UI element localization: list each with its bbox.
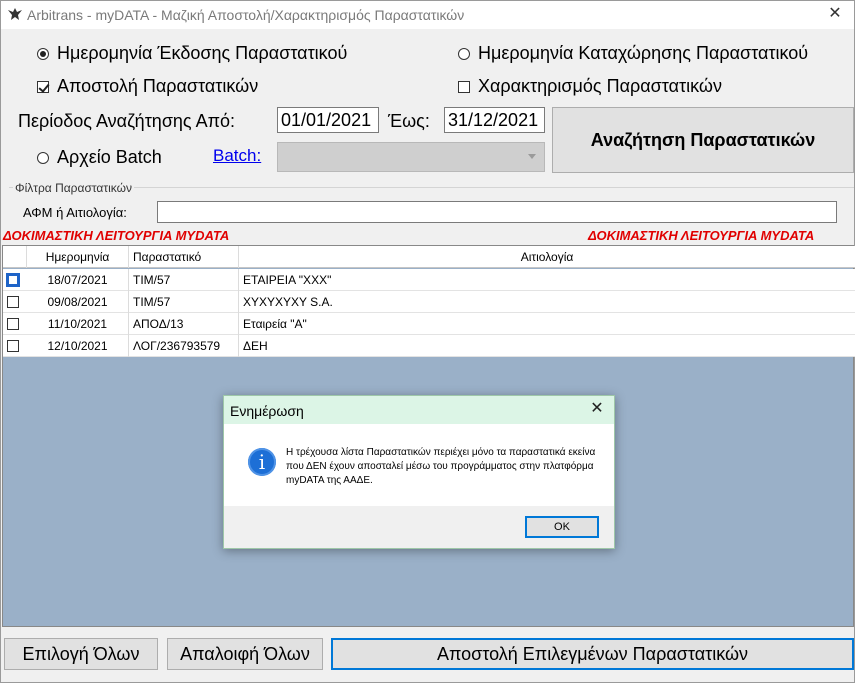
- eagle-icon: [8, 8, 22, 20]
- header-reason[interactable]: Αιτιολογία: [239, 246, 855, 268]
- dialog-title: Ενημέρωση: [230, 403, 304, 419]
- radio-batch-file[interactable]: Αρχείο Batch: [37, 147, 162, 168]
- test-warning-left: ΔΟΚΙΜΑΣΤΙΚΗ ΛΕΙΤΟΥΡΓΙΑ MYDATA: [3, 228, 230, 243]
- filter-label: ΑΦΜ ή Αιτιολογία:: [23, 205, 127, 220]
- dialog-title-bar[interactable]: Ενημέρωση ✕: [224, 396, 614, 424]
- radio-empty-icon: [37, 151, 49, 164]
- checkbox-unchecked-icon: [458, 80, 470, 93]
- ok-button[interactable]: OK: [525, 516, 599, 538]
- dialog-footer: OK: [224, 506, 614, 548]
- row-date: 12/10/2021: [27, 335, 129, 357]
- period-to-label: Έως:: [388, 111, 430, 131]
- row-date: 18/07/2021: [27, 269, 129, 291]
- radio-date-entry-label: Ημερομηνία Καταχώρησης Παραστατικού: [478, 43, 809, 63]
- main-window: Arbitrans - myDATA - Μαζική Αποστολή/Χαρ…: [0, 0, 855, 683]
- checkbox-send-docs-label: Αποστολή Παραστατικών: [57, 76, 259, 96]
- table-row[interactable]: 18/07/2021 ΤΙΜ/57 ΕΤΑΙΡΕΙΑ "ΧΧΧ": [3, 269, 855, 291]
- row-checkbox[interactable]: [6, 273, 20, 287]
- test-warning-right: ΔΟΚΙΜΑΣΤΙΚΗ ΛΕΙΤΟΥΡΓΙΑ MYDATA: [588, 228, 815, 243]
- row-doc: ΤΙΜ/57: [129, 269, 239, 291]
- radio-batch-file-label: Αρχείο Batch: [57, 147, 162, 167]
- send-selected-button[interactable]: Αποστολή Επιλεγμένων Παραστατικών: [331, 638, 854, 670]
- radio-selected-icon: [37, 47, 49, 60]
- date-from-input[interactable]: [277, 107, 379, 133]
- batch-link[interactable]: Batch:: [213, 146, 261, 166]
- radio-date-issue[interactable]: Ημερομηνία Έκδοσης Παραστατικού: [37, 43, 347, 64]
- row-date: 09/08/2021: [27, 291, 129, 313]
- close-icon[interactable]: ✕: [826, 5, 844, 23]
- checkbox-checked-icon: [37, 80, 49, 93]
- grid-header: Ημερομηνία Παραστατικό Αιτιολογία: [3, 246, 855, 268]
- chevron-down-icon: [528, 154, 536, 159]
- row-reason: ΕΤΑΙΡΕΙΑ "ΧΧΧ": [243, 273, 332, 287]
- radio-empty-icon: [458, 47, 470, 60]
- select-all-button[interactable]: Επιλογή Όλων: [4, 638, 158, 670]
- close-icon[interactable]: ✕: [588, 400, 606, 418]
- row-doc: ΛΟΓ/236793579: [129, 335, 239, 357]
- filter-group-title: Φίλτρα Παραστατικών: [13, 181, 134, 195]
- checkbox-classify-docs-label: Χαρακτηρισμός Παραστατικών: [478, 76, 722, 96]
- row-checkbox[interactable]: [7, 296, 19, 308]
- checkbox-send-docs[interactable]: Αποστολή Παραστατικών: [37, 76, 258, 97]
- radio-date-entry[interactable]: Ημερομηνία Καταχώρησης Παραστατικού: [458, 43, 808, 64]
- info-icon: i: [248, 448, 276, 476]
- row-checkbox[interactable]: [7, 318, 19, 330]
- title-bar[interactable]: Arbitrans - myDATA - Μαζική Αποστολή/Χαρ…: [1, 1, 854, 29]
- radio-date-issue-label: Ημερομηνία Έκδοσης Παραστατικού: [57, 43, 348, 63]
- checkbox-classify-docs[interactable]: Χαρακτηρισμός Παραστατικών: [458, 76, 722, 97]
- filter-input[interactable]: [157, 201, 837, 223]
- row-checkbox[interactable]: [7, 340, 19, 352]
- table-row[interactable]: 09/08/2021 ΤΙΜ/57 ΧΥΧΥΧΥΧΥ S.A.: [3, 291, 855, 313]
- date-to-input[interactable]: [444, 107, 545, 133]
- row-reason: ΔΕΗ: [243, 339, 268, 353]
- header-select: [3, 246, 27, 268]
- dialog-message: Η τρέχουσα λίστα Παραστατικών περιέχει μ…: [286, 447, 596, 486]
- row-reason: Εταιρεία "Α": [243, 317, 307, 331]
- row-doc: ΤΙΜ/57: [129, 291, 239, 313]
- search-documents-button[interactable]: Αναζήτηση Παραστατικών: [552, 107, 854, 173]
- row-reason: ΧΥΧΥΧΥΧΥ S.A.: [243, 295, 333, 309]
- row-doc: ΑΠΟΔ/13: [129, 313, 239, 335]
- info-dialog: Ενημέρωση ✕ i Η τρέχουσα λίστα Παραστατι…: [223, 395, 615, 549]
- row-date: 11/10/2021: [27, 313, 129, 335]
- window-title: Arbitrans - myDATA - Μαζική Αποστολή/Χαρ…: [27, 7, 465, 23]
- table-row[interactable]: 11/10/2021 ΑΠΟΔ/13 Εταιρεία "Α": [3, 313, 855, 335]
- batch-select[interactable]: [277, 142, 545, 172]
- header-doc[interactable]: Παραστατικό: [129, 246, 239, 268]
- deselect-all-button[interactable]: Απαλοιφή Όλων: [167, 638, 323, 670]
- header-date[interactable]: Ημερομηνία: [27, 246, 129, 268]
- period-from-label: Περίοδος Αναζήτησης Από:: [18, 111, 236, 131]
- table-row[interactable]: 12/10/2021 ΛΟΓ/236793579 ΔΕΗ: [3, 335, 855, 357]
